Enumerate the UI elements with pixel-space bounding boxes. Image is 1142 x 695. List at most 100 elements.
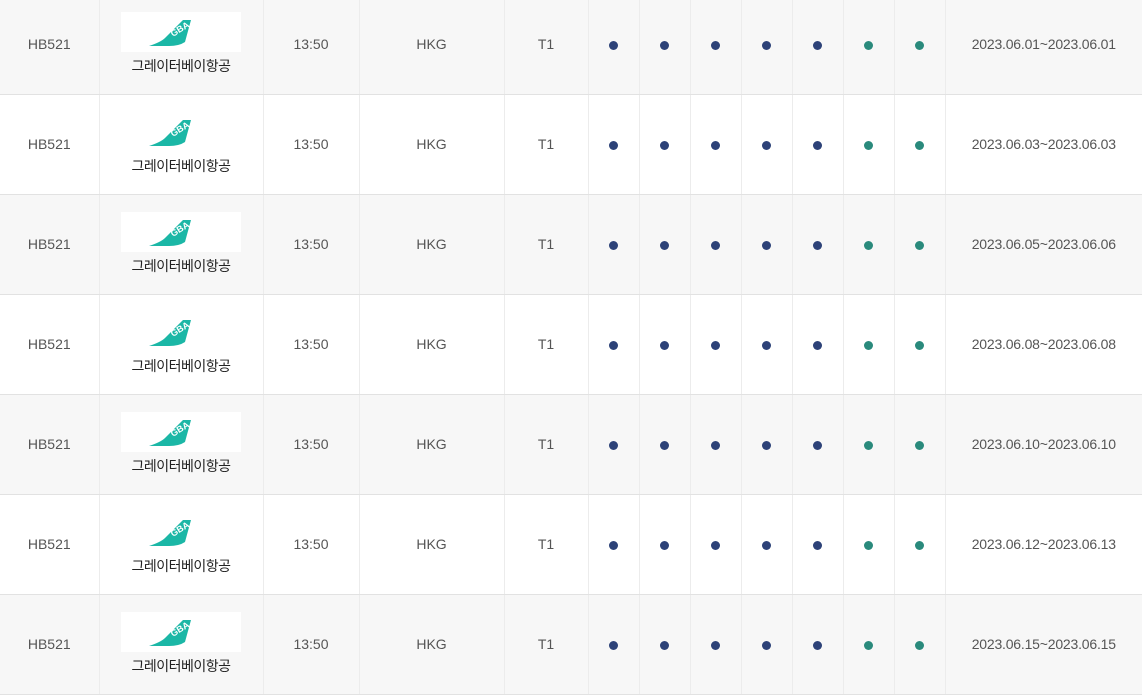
- departure-time: 13:50: [263, 0, 360, 95]
- day-mon: [588, 94, 640, 195]
- gba-tail-logo-icon: GBA: [121, 612, 241, 652]
- day-mon: [588, 294, 640, 395]
- operating-day-dot-icon: [609, 541, 618, 550]
- day-sat: [843, 94, 895, 195]
- operating-day-dot-icon: [660, 641, 669, 650]
- departure-time: 13:50: [263, 494, 360, 595]
- operating-day-dot-icon: [762, 541, 771, 550]
- operating-day-dot-icon: [711, 541, 720, 550]
- operating-day-dot-icon: [660, 40, 669, 50]
- flight-number: HB521: [0, 394, 100, 495]
- airport-code: HKG: [359, 0, 505, 95]
- flight-number: HB521: [0, 94, 100, 195]
- operating-period: 2023.06.03~2023.06.03: [945, 94, 1142, 195]
- gba-tail-logo-icon: GBA: [121, 412, 241, 452]
- airline-name: 그레이터베이항공: [131, 359, 231, 375]
- flight-number: HB521: [0, 594, 100, 695]
- departure-time: 13:50: [263, 94, 360, 195]
- operating-day-dot-icon: [711, 40, 720, 50]
- operating-day-dot-icon: [609, 441, 618, 450]
- operating-day-dot-icon: [813, 40, 822, 50]
- day-sun: [894, 294, 946, 395]
- day-thu: [741, 194, 793, 295]
- terminal: T1: [504, 494, 589, 595]
- day-mon: [588, 0, 640, 95]
- operating-day-dot-icon: [915, 40, 924, 50]
- operating-period: 2023.06.15~2023.06.15: [945, 594, 1142, 695]
- day-fri: [792, 394, 844, 495]
- day-wed: [690, 194, 742, 295]
- operating-day-dot-icon: [864, 141, 873, 150]
- day-thu: [741, 294, 793, 395]
- operating-period: 2023.06.05~2023.06.06: [945, 194, 1142, 295]
- operating-day-dot-icon: [915, 441, 924, 450]
- airport-code: HKG: [359, 294, 505, 395]
- day-thu: [741, 594, 793, 695]
- day-sun: [894, 0, 946, 95]
- table-row: HB521 GBA 그레이터베이항공 13:50 HKG T1 2023.06.…: [0, 394, 1142, 495]
- gba-tail-logo-icon: GBA: [121, 11, 241, 52]
- day-tue: [639, 194, 691, 295]
- airline-cell: GBA 그레이터베이항공: [99, 94, 264, 195]
- operating-day-dot-icon: [864, 641, 873, 650]
- operating-day-dot-icon: [762, 441, 771, 450]
- operating-day-dot-icon: [609, 641, 618, 650]
- airline-cell: GBA 그레이터베이항공: [99, 0, 264, 95]
- operating-day-dot-icon: [915, 141, 924, 150]
- operating-day-dot-icon: [813, 241, 822, 250]
- operating-day-dot-icon: [711, 341, 720, 350]
- table-row: HB521 GBA 그레이터베이항공 13:50 HKG T1 2023.06.…: [0, 594, 1142, 695]
- terminal: T1: [504, 594, 589, 695]
- departure-time: 13:50: [263, 194, 360, 295]
- airline-cell: GBA 그레이터베이항공: [99, 494, 264, 595]
- operating-day-dot-icon: [711, 441, 720, 450]
- day-tue: [639, 594, 691, 695]
- day-mon: [588, 394, 640, 495]
- airline-name: 그레이터베이항공: [131, 459, 231, 475]
- terminal: T1: [504, 294, 589, 395]
- operating-day-dot-icon: [813, 541, 822, 550]
- day-sun: [894, 494, 946, 595]
- operating-day-dot-icon: [711, 141, 720, 150]
- day-sat: [843, 494, 895, 595]
- operating-day-dot-icon: [864, 441, 873, 450]
- operating-day-dot-icon: [915, 541, 924, 550]
- day-thu: [741, 94, 793, 195]
- operating-day-dot-icon: [609, 241, 618, 250]
- operating-day-dot-icon: [762, 141, 771, 150]
- day-sat: [843, 594, 895, 695]
- day-fri: [792, 194, 844, 295]
- airport-code: HKG: [359, 194, 505, 295]
- gba-tail-logo-icon: GBA: [121, 512, 241, 552]
- day-fri: [792, 294, 844, 395]
- operating-day-dot-icon: [915, 641, 924, 650]
- day-mon: [588, 594, 640, 695]
- day-sun: [894, 394, 946, 495]
- flight-number: HB521: [0, 194, 100, 295]
- day-sun: [894, 594, 946, 695]
- operating-day-dot-icon: [762, 341, 771, 350]
- departure-time: 13:50: [263, 294, 360, 395]
- day-wed: [690, 494, 742, 595]
- operating-day-dot-icon: [609, 141, 618, 150]
- airport-code: HKG: [359, 594, 505, 695]
- operating-day-dot-icon: [660, 441, 669, 450]
- operating-period: 2023.06.12~2023.06.13: [945, 494, 1142, 595]
- table-row: HB521 GBA 그레이터베이항공 13:50 HKG T1 2023.06.…: [0, 94, 1142, 195]
- departure-time: 13:50: [263, 394, 360, 495]
- day-tue: [639, 294, 691, 395]
- airline-cell: GBA 그레이터베이항공: [99, 194, 264, 295]
- day-sun: [894, 194, 946, 295]
- flight-number: HB521: [0, 294, 100, 395]
- table-row: HB521 GBA 그레이터베이항공 13:50 HKG T1 2023.06.…: [0, 494, 1142, 595]
- departure-time: 13:50: [263, 594, 360, 695]
- operating-day-dot-icon: [762, 241, 771, 250]
- operating-day-dot-icon: [813, 441, 822, 450]
- terminal: T1: [504, 94, 589, 195]
- airport-code: HKG: [359, 394, 505, 495]
- operating-day-dot-icon: [864, 341, 873, 350]
- operating-day-dot-icon: [915, 241, 924, 250]
- day-mon: [588, 194, 640, 295]
- operating-period: 2023.06.08~2023.06.08: [945, 294, 1142, 395]
- airline-name: 그레이터베이항공: [131, 559, 231, 575]
